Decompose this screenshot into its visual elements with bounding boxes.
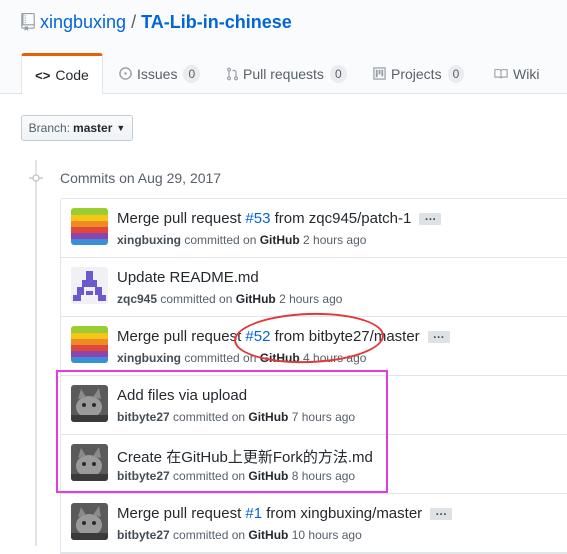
commit-meta: bitbyte27 committed on GitHub 8 hours ag… [117, 469, 355, 483]
avatar[interactable] [71, 267, 108, 304]
committer-platform: GitHub [235, 292, 276, 306]
pull-request-link[interactable]: #1 [245, 505, 262, 522]
committer-platform: GitHub [259, 233, 300, 247]
commit-group-title: Commits on Aug 29, 2017 [60, 170, 222, 186]
commit-time: 8 hours ago [288, 469, 356, 483]
committer-platform: GitHub [248, 469, 289, 483]
avatar[interactable] [71, 503, 108, 540]
avatar[interactable] [71, 326, 108, 363]
commit-message-suffix[interactable]: from zqc945/patch-1 [270, 210, 412, 227]
repo-header: xingbuxing / TA-Lib-in-chinese <> Code Iss… [0, 0, 567, 94]
commit-message-suffix[interactable]: from xingbuxing/master [262, 505, 422, 522]
tab-pull-requests-label: Pull requests [243, 65, 324, 82]
commit-message-text[interactable]: Merge pull request [117, 328, 245, 345]
pull-request-link[interactable]: #52 [245, 328, 270, 345]
committer-platform: GitHub [248, 410, 289, 424]
caret-down-icon: ▼ [116, 123, 126, 133]
expand-ellipsis-button[interactable]: … [430, 505, 453, 521]
repo-title: xingbuxing / TA-Lib-in-chinese [40, 12, 292, 33]
branch-name: master [73, 121, 113, 135]
commit-author[interactable]: zqc945 [117, 292, 157, 306]
tab-issues[interactable]: Issues 0 [119, 54, 201, 93]
commit-meta: zqc945 committed on GitHub 2 hours ago [117, 292, 342, 306]
branch-prefix: Branch: [28, 121, 71, 135]
commit-message[interactable]: Merge pull request #52 from bitbyte27/ma… [117, 328, 450, 345]
repo-name-link[interactable]: TA-Lib-in-chinese [141, 12, 292, 32]
commit-message[interactable]: Create 在GitHub上更新Fork的方法.md [117, 446, 373, 467]
committed-on-text: committed on [181, 351, 260, 365]
avatar[interactable] [71, 208, 108, 245]
commit-message[interactable]: Merge pull request #53 from zqc945/patch… [117, 210, 442, 227]
branch-select-button[interactable]: Branch: master ▼ [21, 115, 133, 141]
commit-list: Merge pull request #53 from zqc945/patch… [60, 198, 567, 554]
projects-counter: 0 [447, 64, 465, 83]
commit-time: 10 hours ago [288, 528, 362, 542]
commit-time: 2 hours ago [299, 233, 367, 247]
commit-row: Update README.md zqc945 committed on Git… [61, 258, 567, 317]
commit-row: Create 在GitHub上更新Fork的方法.md bitbyte27 co… [61, 435, 567, 494]
committer-platform: GitHub [248, 528, 289, 542]
expand-ellipsis-button[interactable]: … [419, 210, 442, 226]
committed-on-text: committed on [169, 528, 249, 542]
committed-on-text: committed on [181, 233, 260, 247]
issues-counter: 0 [183, 64, 201, 83]
tab-code-label: Code [55, 67, 89, 83]
repo-icon [21, 13, 35, 31]
commit-time: 7 hours ago [288, 410, 356, 424]
committed-on-text: committed on [169, 410, 249, 424]
avatar[interactable] [71, 444, 108, 481]
pull-requests-counter: 0 [329, 64, 347, 83]
tab-wiki-label: Wiki [513, 65, 540, 82]
tab-pull-requests[interactable]: Pull requests 0 [227, 54, 347, 93]
commit-row: Add files via upload bitbyte27 committed… [61, 376, 567, 435]
committed-on-text: committed on [169, 469, 249, 483]
book-icon [494, 68, 508, 78]
commit-row: Merge pull request #53 from zqc945/patch… [61, 199, 567, 258]
committer-platform: GitHub [259, 351, 300, 365]
committed-on-text: committed on [157, 292, 236, 306]
tab-code[interactable]: <> Code [21, 53, 103, 94]
tab-wiki[interactable]: Wiki [494, 54, 539, 93]
commit-message-text[interactable]: Merge pull request [117, 505, 245, 522]
commit-author[interactable]: bitbyte27 [117, 469, 170, 483]
commit-author[interactable]: xingbuxing [117, 233, 181, 247]
commit-row: Merge pull request #52 from bitbyte27/ma… [61, 317, 567, 376]
pull-request-link[interactable]: #53 [245, 210, 270, 227]
commit-meta: bitbyte27 committed on GitHub 10 hours a… [117, 528, 362, 542]
commit-message[interactable]: Add files via upload [117, 387, 247, 404]
tab-projects[interactable]: Projects 0 [373, 54, 465, 93]
commit-author[interactable]: bitbyte27 [117, 528, 170, 542]
avatar[interactable] [71, 385, 108, 422]
commit-meta: xingbuxing committed on GitHub 2 hours a… [117, 233, 366, 247]
repo-owner-link[interactable]: xingbuxing [40, 12, 126, 32]
commit-time: 4 hours ago [299, 351, 367, 365]
commit-author[interactable]: bitbyte27 [117, 410, 170, 424]
commit-meta: xingbuxing committed on GitHub 4 hours a… [117, 351, 366, 365]
project-icon [373, 67, 386, 80]
expand-ellipsis-button[interactable]: … [427, 328, 450, 344]
commit-message-text[interactable]: Merge pull request [117, 210, 245, 227]
commit-time: 2 hours ago [275, 292, 343, 306]
tab-issues-label: Issues [137, 65, 178, 82]
tab-projects-label: Projects [391, 65, 442, 82]
commit-message-suffix[interactable]: from bitbyte27/master [270, 328, 420, 345]
commit-message[interactable]: Update README.md [117, 269, 259, 286]
commit-group-icon [29, 174, 43, 182]
commit-row: Merge pull request #1 from xingbuxing/ma… [61, 494, 567, 553]
commit-author[interactable]: xingbuxing [117, 351, 181, 365]
commit-message[interactable]: Merge pull request #1 from xingbuxing/ma… [117, 505, 453, 522]
commit-timeline [35, 160, 37, 546]
commit-meta: bitbyte27 committed on GitHub 7 hours ag… [117, 410, 355, 424]
issue-icon [119, 67, 132, 80]
pull-request-icon [227, 67, 238, 80]
repo-title-separator: / [131, 12, 137, 32]
code-icon: <> [35, 67, 51, 83]
